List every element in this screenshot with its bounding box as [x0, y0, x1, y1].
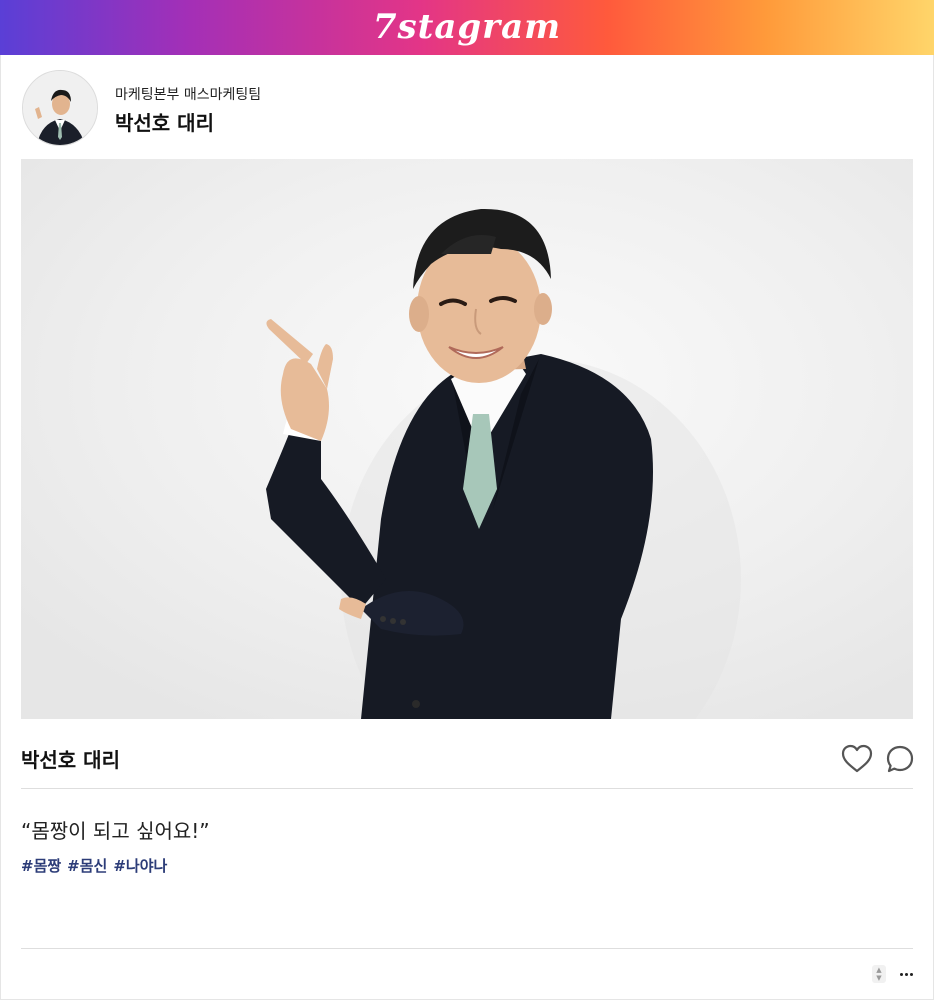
section-divider	[21, 788, 913, 789]
more-dots-icon	[899, 972, 903, 976]
brand-logo[interactable]: 7stagram	[373, 7, 561, 47]
comment-bubble-icon	[886, 745, 914, 773]
hashtag-list: #몸짱 #몸신 #나야나	[21, 855, 167, 876]
footer-divider	[21, 948, 913, 949]
hashtag[interactable]: #나야나	[113, 855, 167, 876]
hashtag[interactable]: #몸신	[67, 855, 107, 876]
post-photo[interactable]	[21, 159, 913, 719]
heart-icon	[841, 744, 873, 773]
profile-department: 마케팅본부 매스마케팅팀	[115, 87, 262, 103]
chevron-down-icon[interactable]: ▼	[876, 974, 881, 982]
like-button[interactable]	[840, 742, 874, 776]
profile-name[interactable]: 박선호 대리	[115, 107, 214, 136]
hashtag[interactable]: #몸짱	[21, 855, 61, 876]
profile-avatar[interactable]	[22, 70, 98, 146]
post-author-name[interactable]: 박선호 대리	[21, 744, 120, 773]
app-frame: 7stagram 마케팅본부 매스마케팅팀 박선호 대리 박선호 대리 “몸짱이…	[0, 0, 934, 1000]
post-caption: “몸짱이 되고 싶어요!”	[21, 819, 210, 843]
brand-header: 7stagram	[0, 0, 934, 55]
up-down-stepper-icon[interactable]: ▲ ▼	[872, 965, 886, 983]
avatar-portrait-image	[23, 71, 97, 145]
more-options-button[interactable]	[895, 966, 917, 982]
post-photo-image	[21, 159, 913, 719]
comment-button[interactable]	[883, 742, 917, 776]
chevron-up-icon[interactable]: ▲	[876, 966, 881, 974]
